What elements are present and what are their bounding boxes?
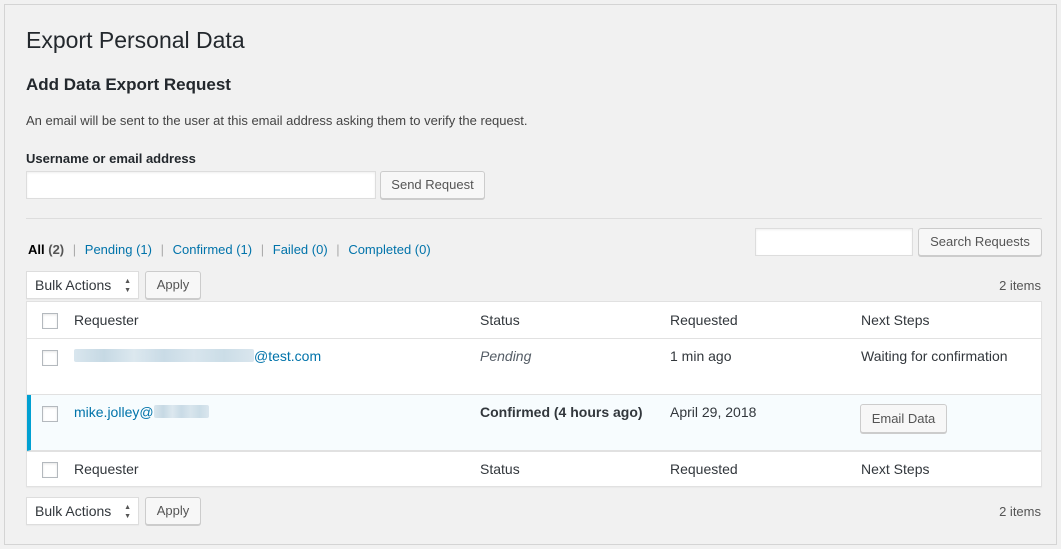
column-header-next-steps: Next Steps <box>861 312 930 328</box>
section-title: Add Data Export Request <box>26 75 231 94</box>
email-field[interactable] <box>26 171 376 199</box>
description-text: An email will be sent to the user at thi… <box>26 113 528 128</box>
search-input[interactable] <box>755 228 913 256</box>
filter-separator: | <box>336 242 340 257</box>
search-requests-button[interactable]: Search Requests <box>918 228 1042 256</box>
status-pending: Pending <box>480 348 532 364</box>
status-filter-links: All (2) | Pending (1) | Confirmed (1) | … <box>28 242 431 257</box>
filter-separator: | <box>72 242 77 257</box>
filter-failed[interactable]: Failed (0) <box>273 242 328 257</box>
requested-time: 1 min ago <box>670 348 732 364</box>
select-all-checkbox[interactable] <box>42 313 58 329</box>
column-header-requester[interactable]: Requester <box>74 312 139 328</box>
row-checkbox[interactable] <box>42 350 58 366</box>
section-divider <box>26 218 1042 219</box>
redacted-text <box>153 405 209 418</box>
filter-separator: | <box>260 242 265 257</box>
page-title: Export Personal Data <box>26 27 245 53</box>
requester-email-link[interactable]: mike.jolley@ <box>74 404 209 420</box>
filter-completed[interactable]: Completed (0) <box>348 242 430 257</box>
filter-all[interactable]: All (2) <box>28 242 64 257</box>
email-data-button[interactable]: Email Data <box>860 404 947 433</box>
apply-button-bottom[interactable]: Apply <box>145 497 201 525</box>
email-field-label: Username or email address <box>26 151 196 166</box>
page-frame: Export Personal Data Add Data Export Req… <box>4 4 1057 545</box>
requester-email-link[interactable]: @test.com <box>74 348 321 364</box>
table-row: @test.com Pending 1 min ago Waiting for … <box>27 339 1041 395</box>
select-arrows-icon: ▲ ▼ <box>124 504 131 520</box>
table-header-row: Requester Status Requested Next Steps <box>27 302 1041 339</box>
bulk-actions-select-bottom[interactable]: Bulk Actions ▲ ▼ <box>26 497 139 525</box>
select-all-checkbox-footer[interactable] <box>42 462 58 478</box>
redacted-text <box>74 349 254 362</box>
select-arrows-icon: ▲ ▼ <box>124 278 131 294</box>
items-count-bottom: 2 items <box>999 504 1041 519</box>
bulk-actions-label: Bulk Actions <box>35 277 112 293</box>
column-header-requested[interactable]: Requested <box>670 312 738 328</box>
filter-confirmed[interactable]: Confirmed (1) <box>173 242 252 257</box>
column-footer-status: Status <box>480 461 520 477</box>
items-count-top: 2 items <box>999 278 1041 293</box>
column-footer-requested[interactable]: Requested <box>670 461 738 477</box>
requested-date: April 29, 2018 <box>670 404 757 420</box>
row-checkbox[interactable] <box>42 406 58 422</box>
column-header-status: Status <box>480 312 520 328</box>
apply-button-top[interactable]: Apply <box>145 271 201 299</box>
bulk-actions-select-top[interactable]: Bulk Actions ▲ ▼ <box>26 271 139 299</box>
status-confirmed: Confirmed (4 hours ago) <box>480 404 643 420</box>
table-row: mike.jolley@ Confirmed (4 hours ago) Apr… <box>27 395 1041 451</box>
next-steps-text: Waiting for confirmation <box>861 348 1008 364</box>
filter-separator: | <box>160 242 165 257</box>
requests-table: Requester Status Requested Next Steps @t… <box>26 301 1042 487</box>
filter-pending[interactable]: Pending (1) <box>85 242 152 257</box>
column-footer-next-steps: Next Steps <box>861 461 930 477</box>
bulk-actions-label: Bulk Actions <box>35 503 112 519</box>
send-request-button[interactable]: Send Request <box>380 171 485 199</box>
table-footer-row: Requester Status Requested Next Steps <box>27 451 1041 487</box>
column-footer-requester[interactable]: Requester <box>74 461 139 477</box>
